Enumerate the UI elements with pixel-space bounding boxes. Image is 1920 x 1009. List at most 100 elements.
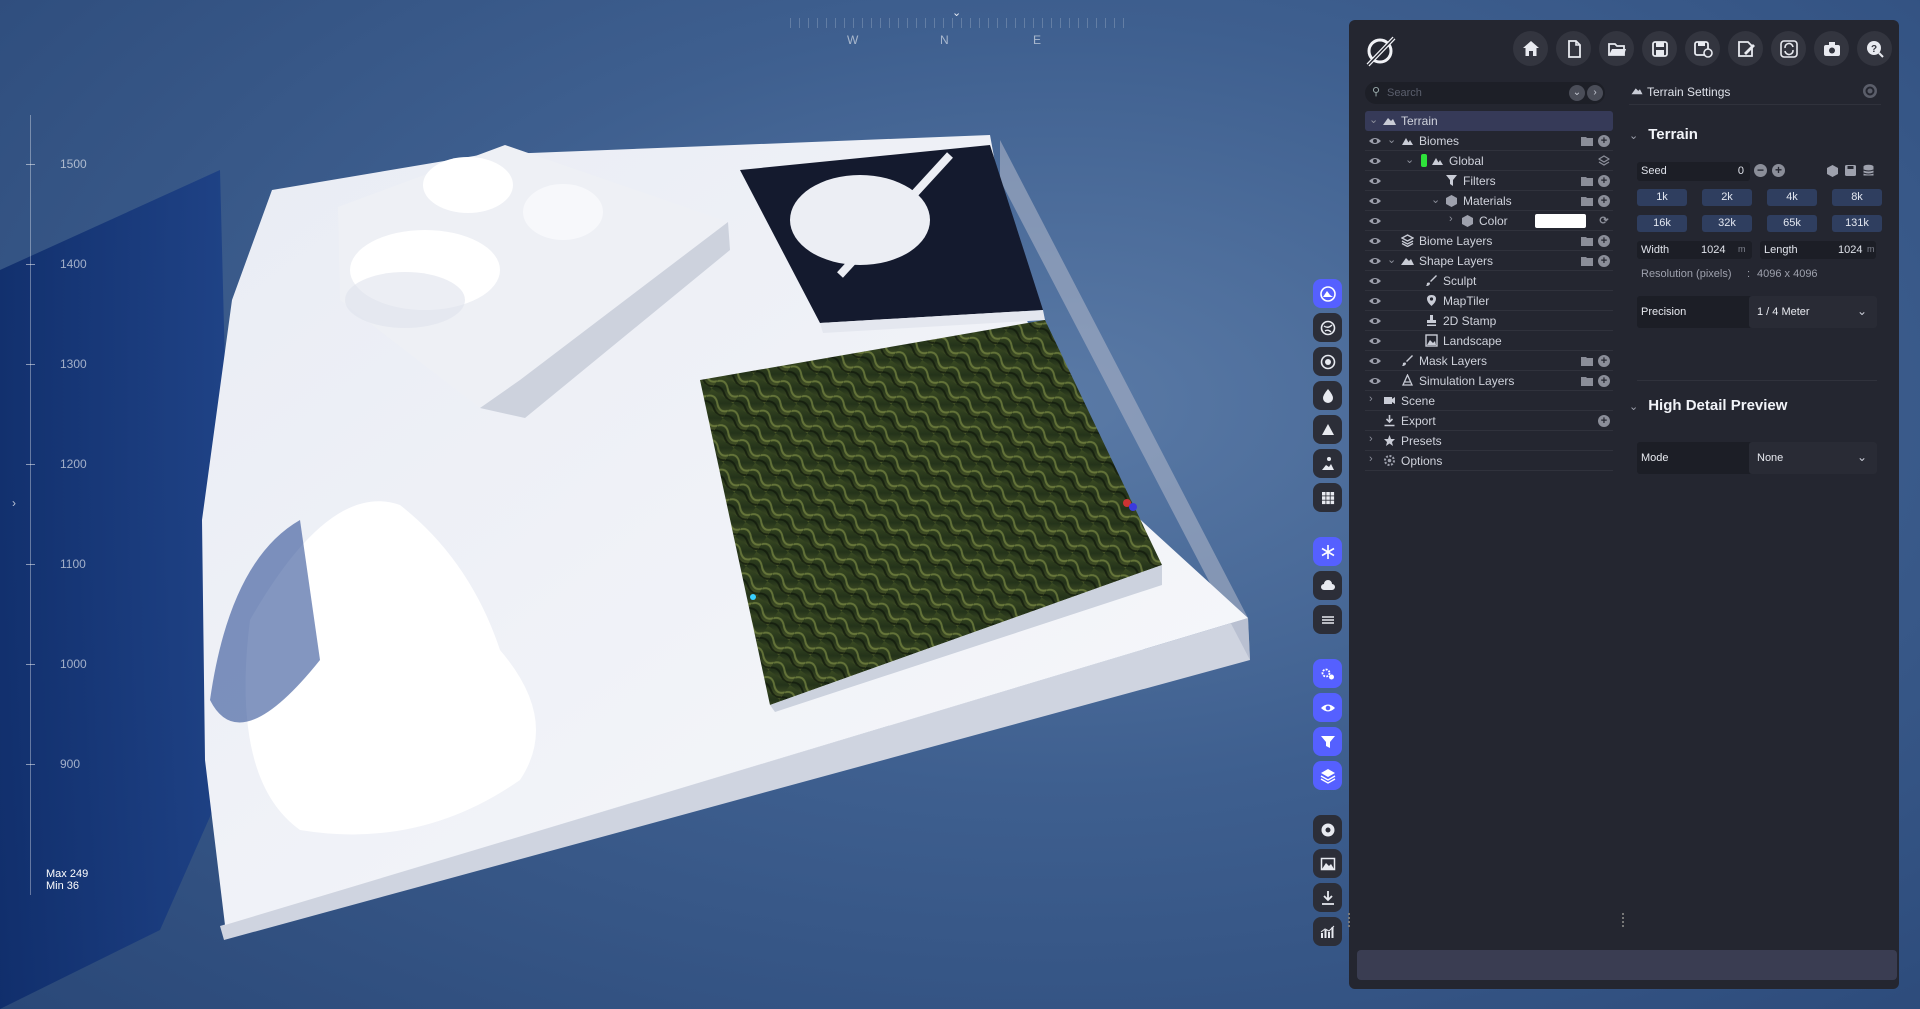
width-field[interactable]: Width 1024 m	[1637, 241, 1752, 259]
eye-icon[interactable]	[1368, 355, 1382, 367]
eye-icon[interactable]	[1368, 195, 1382, 207]
chevron-right-icon[interactable]: ›	[1369, 453, 1373, 465]
resolution-16k-button[interactable]: 16k	[1637, 215, 1687, 232]
folder-icon[interactable]	[1581, 175, 1593, 186]
chevron-down-icon[interactable]: ⌄	[1369, 113, 1378, 126]
download-tool-button[interactable]	[1313, 883, 1342, 912]
resize-handle-left[interactable]	[1348, 913, 1350, 927]
fog-tool-button[interactable]	[1313, 605, 1342, 634]
tree-item-shape-layers[interactable]: ⌄ Shape Layers +	[1365, 251, 1613, 271]
length-value[interactable]: 1024	[1838, 244, 1862, 256]
resolution-1k-button[interactable]: 1k	[1637, 189, 1687, 206]
tree-item-terrain[interactable]: ⌄ Terrain	[1365, 111, 1613, 131]
tree-item-global[interactable]: ⌄ Global	[1365, 151, 1613, 171]
resize-handle-middle[interactable]	[1622, 913, 1624, 927]
camera-button[interactable]	[1814, 31, 1849, 66]
peak-tool-button[interactable]	[1313, 415, 1342, 444]
add-icon[interactable]: +	[1598, 375, 1610, 387]
terrain-tool-button[interactable]	[1313, 279, 1342, 308]
folder-icon[interactable]	[1581, 375, 1593, 386]
add-icon[interactable]: +	[1598, 355, 1610, 367]
open-folder-button[interactable]	[1599, 31, 1634, 66]
stack-tool-button[interactable]	[1313, 761, 1342, 790]
mode-select[interactable]: None ⌄	[1749, 442, 1877, 474]
tree-item-biome-layers[interactable]: Biome Layers +	[1365, 231, 1613, 251]
expand-left-panel-icon[interactable]: ›	[12, 496, 16, 510]
high-detail-preview-section-header[interactable]: ⌄ High Detail Preview	[1629, 397, 1787, 414]
seed-value[interactable]: 0	[1738, 165, 1744, 177]
eye-icon[interactable]	[1368, 375, 1382, 387]
tree-item-options[interactable]: › Options	[1365, 451, 1613, 471]
search-input[interactable]	[1387, 85, 1557, 101]
eye-icon[interactable]	[1368, 235, 1382, 247]
sculpt-tool-button[interactable]	[1313, 449, 1342, 478]
resolution-2k-button[interactable]: 2k	[1702, 189, 1752, 206]
chevron-right-icon[interactable]: ›	[1449, 213, 1453, 225]
add-icon[interactable]: +	[1598, 135, 1610, 147]
folder-icon[interactable]	[1581, 195, 1593, 206]
tree-item-filters[interactable]: Filters +	[1365, 171, 1613, 191]
collapse-all-icon[interactable]: ⌄	[1569, 85, 1585, 101]
eye-icon[interactable]	[1368, 135, 1382, 147]
tree-item-biomes[interactable]: ⌄ Biomes +	[1365, 131, 1613, 151]
snow-tool-button[interactable]	[1313, 537, 1342, 566]
help-button[interactable]: ?	[1857, 31, 1892, 66]
chevron-down-icon[interactable]: ⌄	[1405, 153, 1414, 166]
compass[interactable]: ⌄ W N E	[790, 6, 1130, 50]
view-tool-button[interactable]	[1313, 693, 1342, 722]
eye-icon[interactable]	[1368, 295, 1382, 307]
tree-item-presets[interactable]: › Presets	[1365, 431, 1613, 451]
seed-decrement-button[interactable]: −	[1754, 164, 1767, 177]
filter-tool-button[interactable]	[1313, 727, 1342, 756]
tree-item-sculpt[interactable]: Sculpt	[1365, 271, 1613, 291]
settings-gear-icon[interactable]	[1862, 83, 1878, 99]
record-tool-button[interactable]	[1313, 815, 1342, 844]
tree-item-simulation-layers[interactable]: Simulation Layers +	[1365, 371, 1613, 391]
chevron-right-icon[interactable]: ›	[1369, 433, 1373, 445]
add-icon[interactable]: +	[1598, 175, 1610, 187]
width-value[interactable]: 1024	[1701, 244, 1725, 256]
database-icon[interactable]	[1862, 164, 1875, 177]
folder-icon[interactable]	[1581, 355, 1593, 366]
chevron-down-icon[interactable]: ⌄	[1629, 401, 1638, 413]
grid-tool-button[interactable]	[1313, 483, 1342, 512]
stats-tool-button[interactable]	[1313, 917, 1342, 946]
eye-icon[interactable]	[1368, 335, 1382, 347]
eye-icon[interactable]	[1368, 175, 1382, 187]
chevron-down-icon[interactable]: ⌄	[1431, 193, 1440, 206]
export-edit-button[interactable]	[1728, 31, 1763, 66]
biome-tool-button[interactable]	[1313, 313, 1342, 342]
seed-increment-button[interactable]: +	[1772, 164, 1785, 177]
refresh-icon[interactable]: ⟳	[1598, 215, 1610, 227]
tree-item-landscape[interactable]: Landscape	[1365, 331, 1613, 351]
chevron-down-icon[interactable]: ⌄	[1387, 133, 1396, 146]
chevron-down-icon[interactable]: ⌄	[1629, 130, 1638, 142]
chevron-right-icon[interactable]: ›	[1369, 393, 1373, 405]
color-swatch[interactable]	[1535, 214, 1586, 228]
eye-icon[interactable]	[1368, 315, 1382, 327]
resolution-32k-button[interactable]: 32k	[1702, 215, 1752, 232]
add-icon[interactable]: +	[1598, 255, 1610, 267]
search-box[interactable]: ⚲ ⌄ ›	[1365, 82, 1605, 104]
eye-icon[interactable]	[1368, 255, 1382, 267]
resolution-4k-button[interactable]: 4k	[1767, 189, 1817, 206]
resolution-65k-button[interactable]: 65k	[1767, 215, 1817, 232]
terrain-section-header[interactable]: ⌄ Terrain	[1629, 126, 1698, 143]
eye-icon[interactable]	[1368, 275, 1382, 287]
shape-tool-button[interactable]	[1313, 347, 1342, 376]
folder-icon[interactable]	[1581, 255, 1593, 266]
tree-item-mask-layers[interactable]: Mask Layers +	[1365, 351, 1613, 371]
resolution-131k-button[interactable]: 131k	[1832, 215, 1882, 232]
layers-icon[interactable]	[1598, 155, 1610, 167]
save-icon[interactable]	[1844, 164, 1857, 177]
refresh-button[interactable]	[1771, 31, 1806, 66]
eye-icon[interactable]	[1368, 155, 1382, 167]
tree-item-scene[interactable]: › Scene	[1365, 391, 1613, 411]
water-tool-button[interactable]	[1313, 381, 1342, 410]
add-icon[interactable]: +	[1598, 235, 1610, 247]
length-field[interactable]: Length 1024 m	[1760, 241, 1876, 259]
settings-tool-button[interactable]	[1313, 659, 1342, 688]
tree-item-export[interactable]: Export +	[1365, 411, 1613, 431]
eye-icon[interactable]	[1368, 215, 1382, 227]
add-icon[interactable]: +	[1598, 415, 1610, 427]
